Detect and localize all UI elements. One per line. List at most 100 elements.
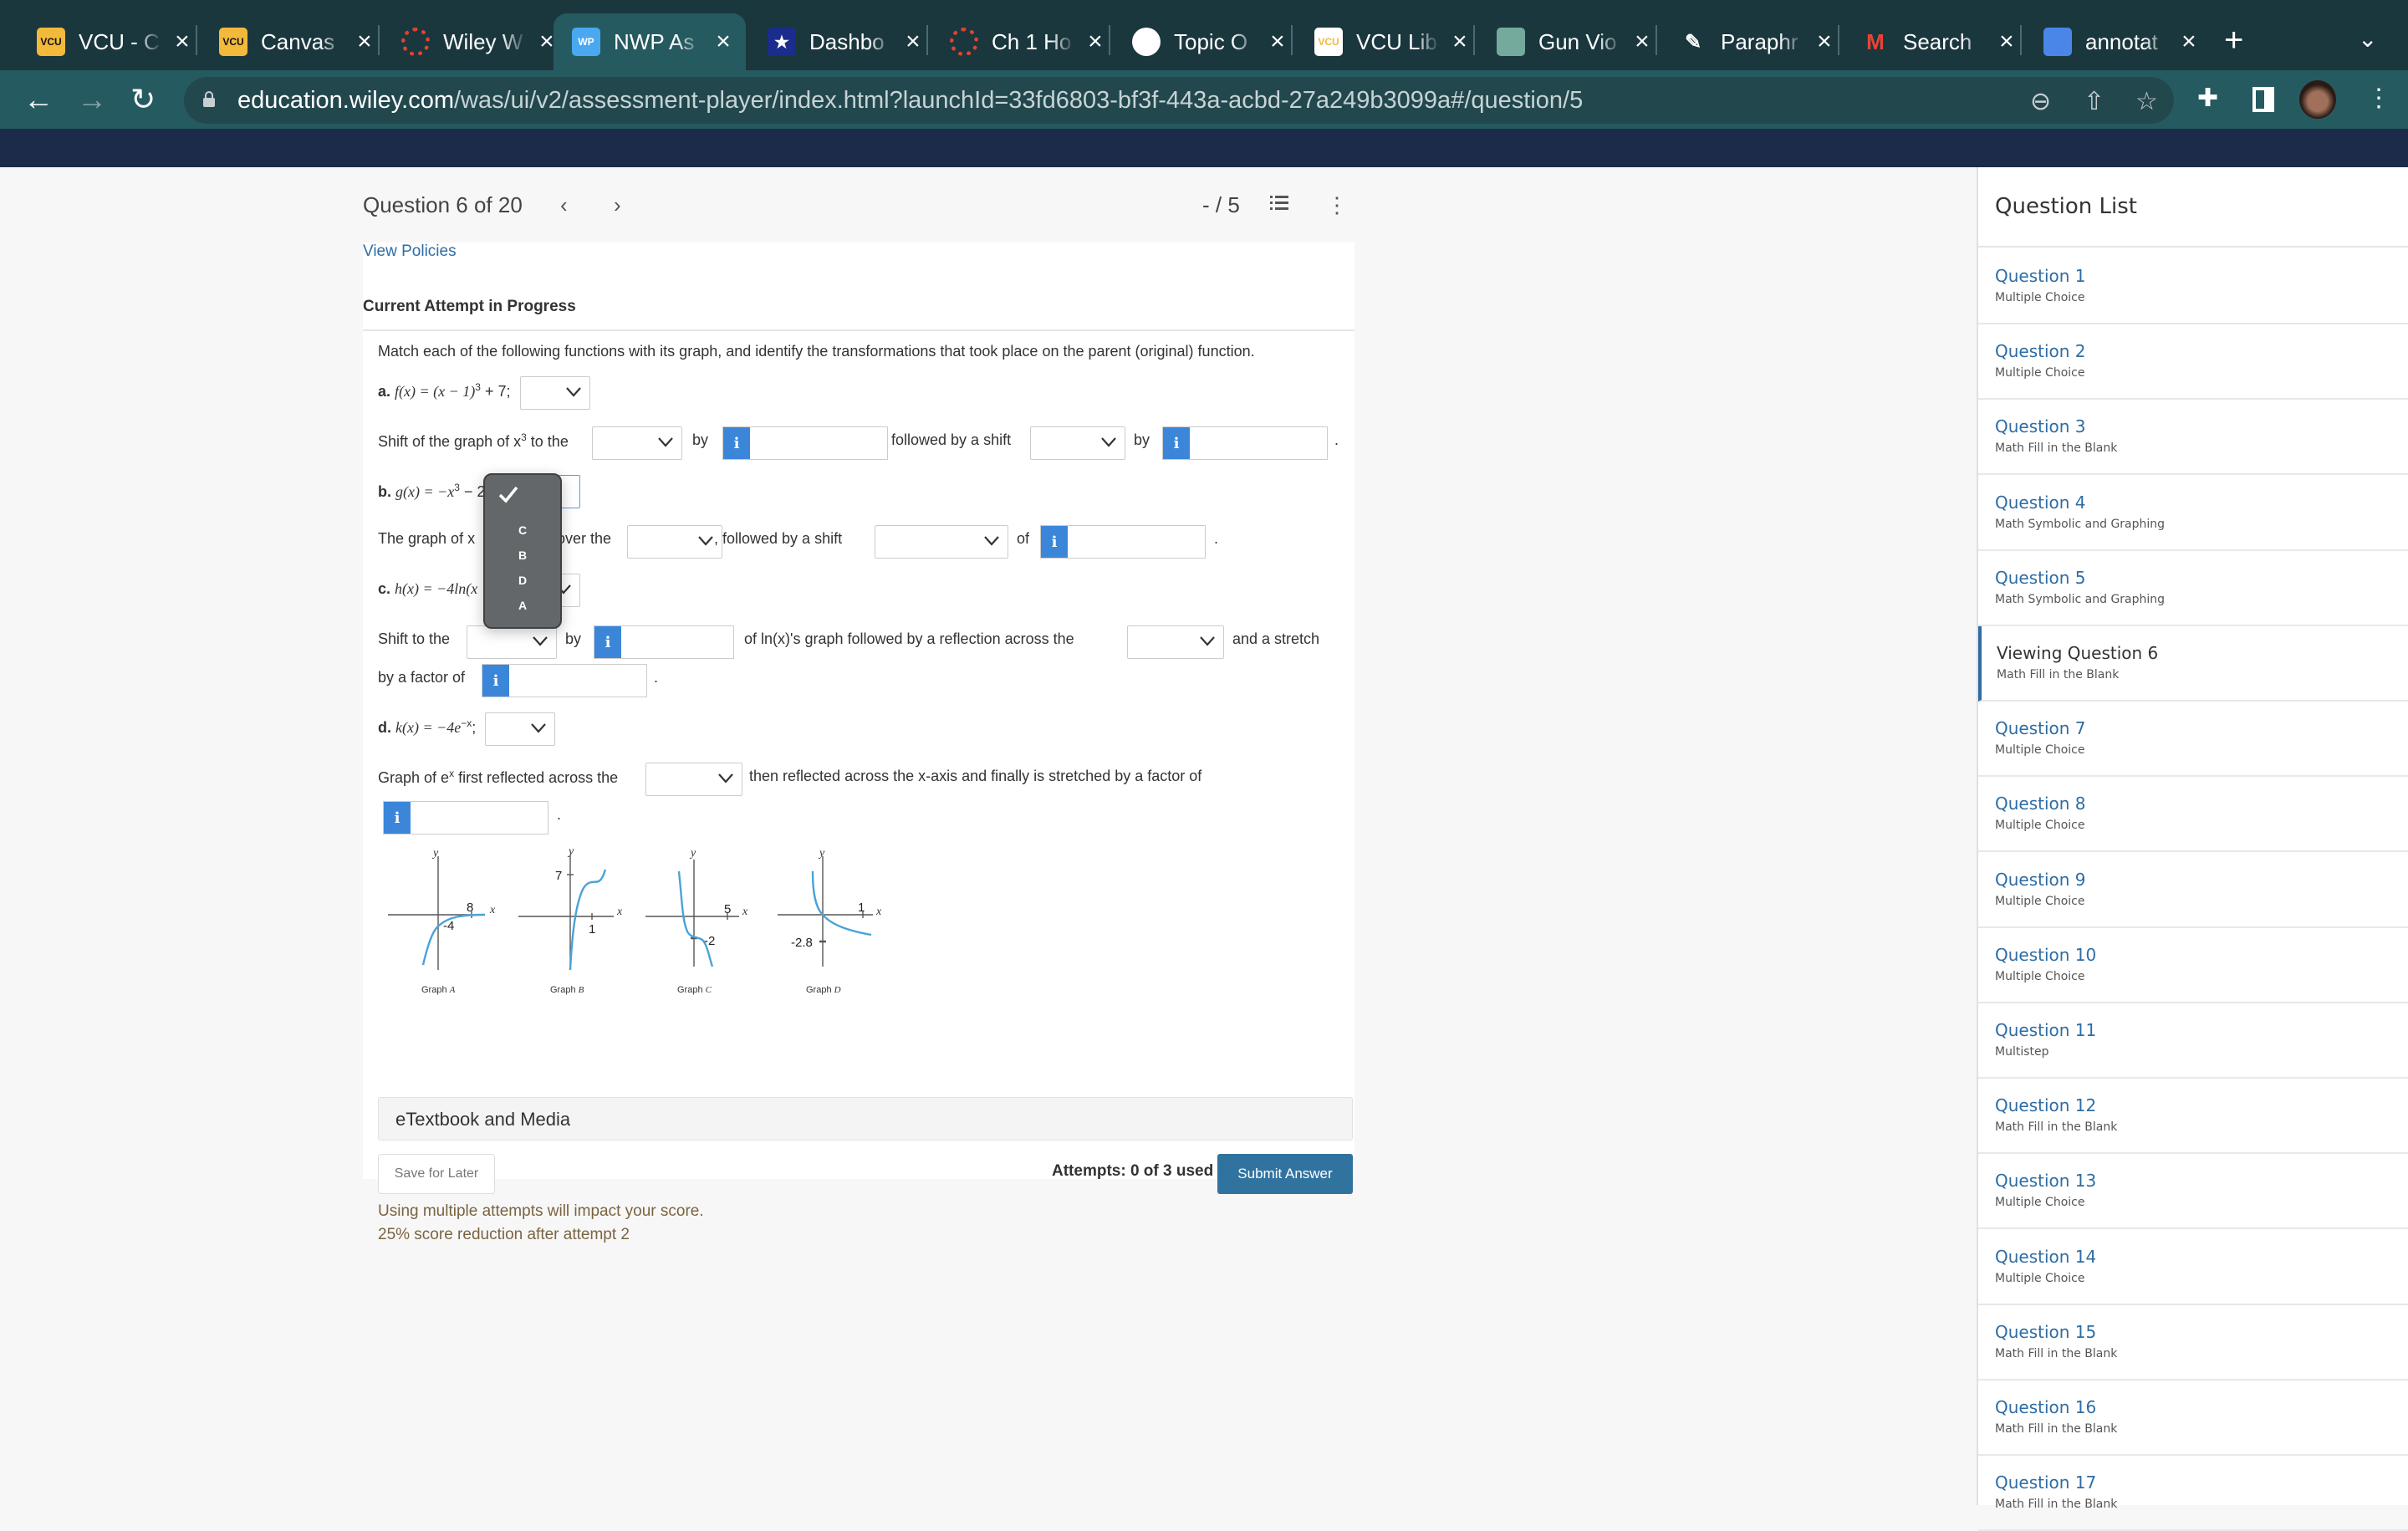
browser-tab[interactable]: Topic O × (1114, 13, 1289, 70)
browser-tab[interactable]: Gun Vio × (1478, 13, 1654, 70)
question-name: Viewing Question 6 (1997, 643, 2159, 663)
close-tab-icon[interactable]: × (353, 28, 376, 56)
dropdown-option[interactable]: C (485, 523, 560, 537)
browser-tab[interactable]: VCU Canvas × (201, 13, 376, 70)
part-c-factor-input[interactable]: i (482, 664, 647, 697)
browser-tab[interactable]: Wiley W × (383, 13, 559, 70)
question-list-item[interactable]: Question 8 Multiple Choice (1978, 777, 2408, 853)
tab-separator (1656, 25, 1657, 55)
question-list-item[interactable]: Question 5 Math Symbolic and Graphing (1978, 551, 2408, 626)
question-type: Multiple Choice (1995, 743, 2085, 758)
part-a-amount-input-2[interactable]: i (1162, 426, 1328, 460)
close-tab-icon[interactable]: × (1266, 28, 1289, 56)
chevron-down-icon (531, 723, 546, 733)
question-list-item-current[interactable]: Viewing Question 6 Math Fill in the Blank (1978, 626, 2408, 702)
browser-tab[interactable]: ✎ Paraphr × (1661, 13, 1836, 70)
question-list-item[interactable]: Question 15 Math Fill in the Blank (1978, 1305, 2408, 1380)
question-list-item[interactable]: Question 13 Multiple Choice (1978, 1154, 2408, 1230)
bookmark-star-icon[interactable]: ☆ (2135, 87, 2158, 116)
part-c-axis-select[interactable] (1127, 625, 1224, 659)
question-list-item[interactable]: Question 7 Multiple Choice (1978, 702, 2408, 778)
dropdown-option[interactable]: D (485, 574, 560, 587)
part-b-axis-select[interactable] (627, 525, 722, 559)
dropdown-option[interactable]: B (485, 549, 560, 562)
close-tab-icon[interactable]: × (901, 28, 925, 56)
prev-question-icon[interactable]: ‹ (560, 192, 568, 218)
browser-tab[interactable]: VCU VCU - C × (18, 13, 194, 70)
browser-tab[interactable]: Ch 1 Ho × (931, 13, 1107, 70)
vcu-icon: VCU (1314, 28, 1343, 56)
side-panel-icon[interactable] (2252, 87, 2274, 112)
question-list-item[interactable]: Question 1 Multiple Choice (1978, 249, 2408, 324)
feather-icon: ✎ (1684, 30, 1702, 54)
address-bar[interactable]: education.wiley.com/was/ui/v2/assessment… (184, 77, 2174, 124)
question-type: Math Fill in the Blank (1995, 1346, 2118, 1360)
tab-search-icon[interactable]: ⌄ (2358, 25, 2377, 53)
close-tab-icon[interactable]: × (1813, 28, 1836, 56)
close-tab-icon[interactable]: × (1630, 28, 1654, 56)
question-list-item[interactable]: Question 9 Multiple Choice (1978, 853, 2408, 928)
info-icon[interactable]: i (723, 427, 750, 459)
close-tab-icon[interactable]: × (2177, 28, 2201, 56)
browser-tab[interactable]: VCU VCU Lib × (1296, 13, 1472, 70)
next-question-icon[interactable]: › (614, 192, 621, 218)
info-icon[interactable]: i (594, 626, 621, 658)
question-list-item[interactable]: Question 17 Math Fill in the Blank (1978, 1456, 2408, 1531)
url-text[interactable]: education.wiley.com/was/ui/v2/assessment… (237, 87, 1583, 115)
part-a-amount-input-1[interactable]: i (722, 426, 888, 460)
part-d-graph-select[interactable] (485, 712, 555, 746)
browser-tab[interactable]: M Search × (1843, 13, 2018, 70)
part-c-direction-select[interactable] (467, 625, 557, 659)
more-options-icon[interactable]: ⋮ (1326, 192, 1348, 218)
close-tab-icon[interactable]: × (1084, 28, 1107, 56)
part-a-graph-select[interactable] (520, 376, 590, 410)
info-icon[interactable]: i (1041, 526, 1068, 558)
graph-d-x-label: x (875, 906, 882, 918)
back-icon[interactable]: ← (23, 82, 54, 117)
browser-tab[interactable]: WP NWP As × (554, 13, 746, 70)
profile-avatar[interactable] (2299, 80, 2336, 119)
info-icon[interactable]: i (384, 802, 411, 834)
share-icon[interactable]: ⇧ (2084, 87, 2104, 116)
part-c-amount-input[interactable]: i (594, 625, 734, 659)
info-icon[interactable]: i (1163, 427, 1190, 459)
close-tab-icon[interactable]: × (1448, 28, 1472, 56)
save-for-later-button[interactable]: Save for Later (378, 1154, 495, 1194)
part-a-direction-select[interactable] (592, 426, 682, 460)
forward-icon[interactable]: → (77, 82, 107, 117)
dropdown-option[interactable]: A (485, 599, 560, 612)
part-b-statement: The graph of x (378, 530, 476, 547)
info-icon[interactable]: i (482, 665, 509, 697)
question-list-item[interactable]: Question 12 Math Fill in the Blank (1978, 1079, 2408, 1155)
numbered-list-icon[interactable] (1269, 194, 1289, 212)
browser-tab[interactable]: annotat × (2025, 13, 2201, 70)
question-list-item[interactable]: Question 14 Multiple Choice (1978, 1230, 2408, 1305)
browser-menu-icon[interactable]: ⋮ (2366, 84, 2391, 113)
part-b-direction-select[interactable] (875, 525, 1008, 559)
zoom-out-icon[interactable]: ⊖ (2030, 87, 2051, 116)
view-policies-link[interactable]: View Policies (363, 242, 457, 261)
etextbook-media-panel[interactable]: eTextbook and Media (378, 1097, 1353, 1141)
question-list-item[interactable]: Question 16 Math Fill in the Blank (1978, 1380, 2408, 1456)
question-list-item[interactable]: Question 3 Math Fill in the Blank (1978, 400, 2408, 476)
graph-a-y-label: y (431, 847, 439, 860)
close-tab-icon[interactable]: × (711, 28, 736, 56)
question-list-item[interactable]: Question 10 Multiple Choice (1978, 928, 2408, 1003)
submit-answer-button[interactable]: Submit Answer (1217, 1154, 1353, 1194)
graph-d-tick-label: -2.8 (791, 936, 813, 950)
reload-icon[interactable]: ↻ (130, 82, 156, 117)
part-b-amount-input[interactable]: i (1040, 525, 1206, 559)
new-tab-icon[interactable]: + (2224, 22, 2243, 59)
part-d-axis-select[interactable] (645, 763, 742, 796)
question-list-item[interactable]: Question 11 Multistep (1978, 1003, 2408, 1079)
close-tab-icon[interactable]: × (1995, 28, 2018, 56)
part-d-then-text: then reflected across the x-axis and fin… (749, 768, 1202, 784)
question-list-item[interactable]: Question 4 Math Symbolic and Graphing (1978, 476, 2408, 551)
part-d-factor-input[interactable]: i (383, 801, 548, 834)
browser-tab[interactable]: ★ Dashbo × (749, 13, 925, 70)
question-list-item[interactable]: Question 2 Multiple Choice (1978, 324, 2408, 401)
extensions-icon[interactable]: ✚ (2197, 84, 2218, 113)
part-c-statement: Shift to the (378, 630, 451, 647)
close-tab-icon[interactable]: × (171, 28, 194, 56)
part-a-direction-select-2[interactable] (1030, 426, 1125, 460)
